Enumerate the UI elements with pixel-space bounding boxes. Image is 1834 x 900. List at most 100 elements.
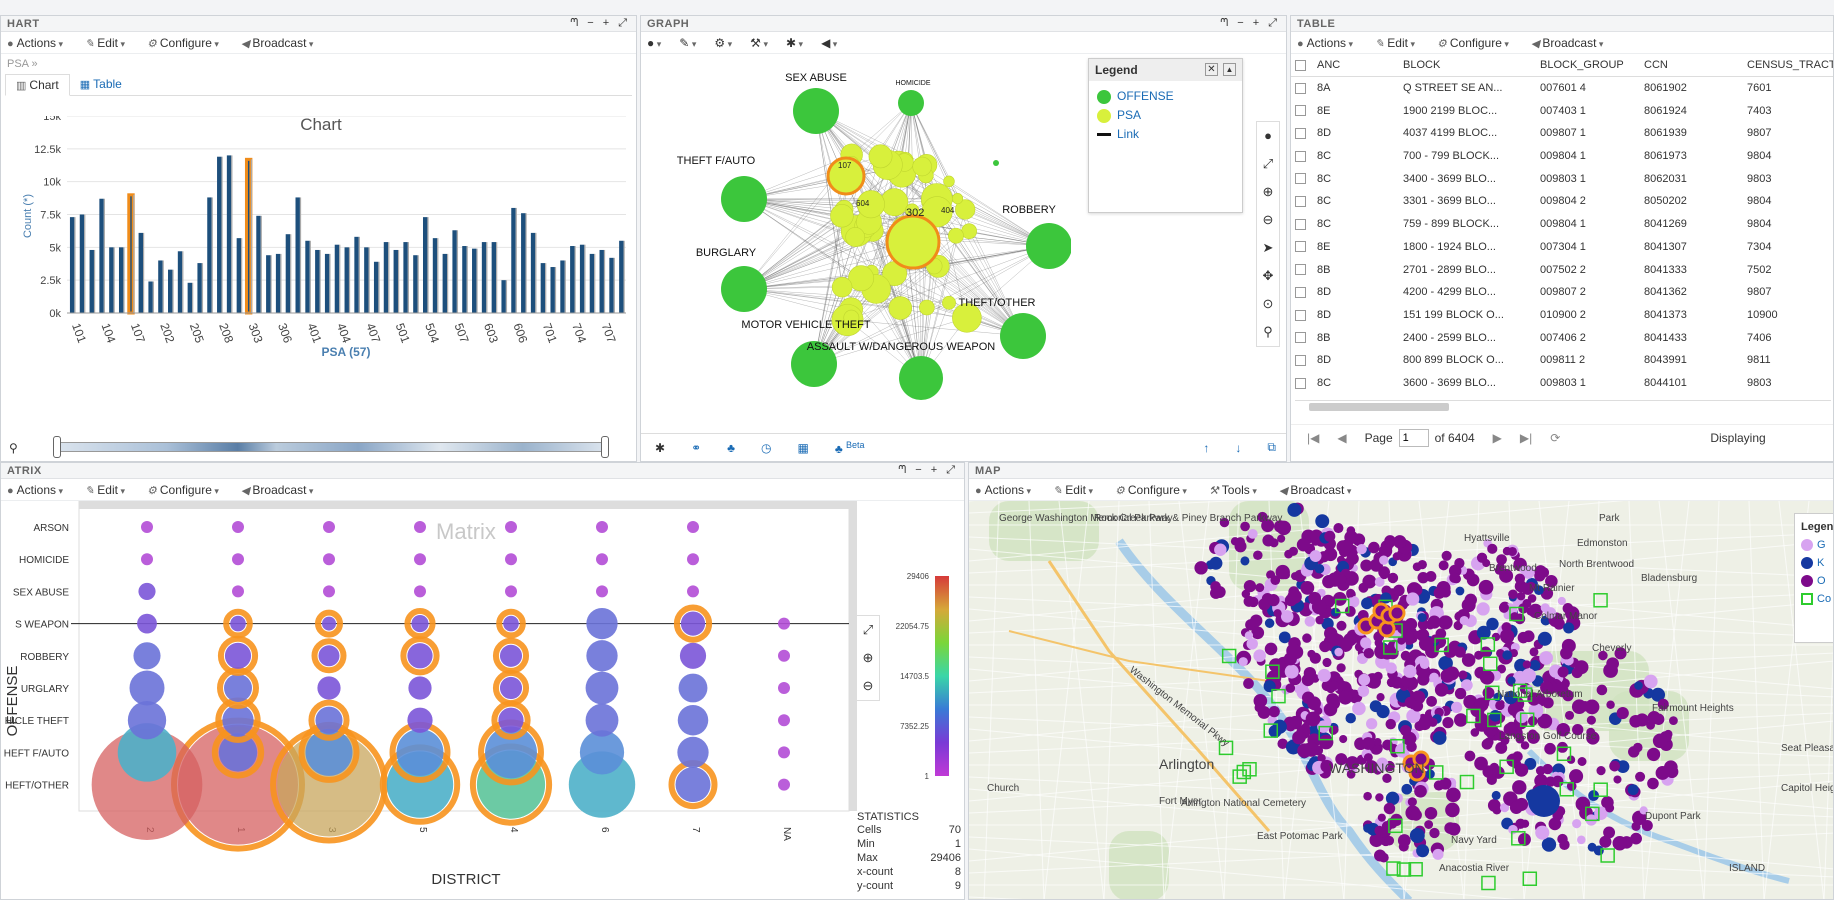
table-row[interactable]: 8C 759 - 899 BLOCK... 009804 1 8041269 9804 — [1291, 213, 1833, 236]
refresh-icon[interactable]: ⟳ — [1550, 431, 1560, 445]
edge-tool-icon[interactable]: ⤢ — [1257, 150, 1279, 178]
table-row[interactable]: 8E 1900 2199 BLOC... 007403 1 8061924 7403 — [1291, 99, 1833, 122]
grid-icon[interactable]: ▦ — [797, 441, 808, 455]
breadcrumb[interactable]: PSA » — [1, 54, 636, 74]
column-header[interactable]: ANC — [1313, 54, 1399, 78]
user-menu-icon[interactable]: ● — [647, 36, 661, 50]
tools-menu[interactable]: ⚒ Tools — [1209, 483, 1257, 497]
table-row[interactable]: 8B 2701 - 2899 BLO... 007502 2 8041333 7502 — [1291, 258, 1833, 281]
popout-icon[interactable]: ⧉ — [1267, 440, 1276, 455]
panel-window-controls[interactable]: ᘉ − + ⤢ — [570, 17, 630, 30]
gear-menu-icon[interactable]: ⚙ — [714, 36, 732, 50]
pencil-menu-icon[interactable]: ✎ — [679, 36, 696, 50]
tab-chart[interactable]: ▥ Chart — [5, 74, 70, 96]
zoom-in-icon[interactable]: ⊕ — [857, 644, 879, 672]
actions-menu[interactable]: ● Actions — [7, 36, 63, 50]
asterisk-menu-icon[interactable]: ✱ — [786, 36, 803, 50]
row-checkbox[interactable] — [1291, 304, 1313, 327]
last-page-icon[interactable]: ▶| — [1520, 431, 1532, 445]
horizontal-scrollbar[interactable] — [1295, 400, 1831, 412]
arrow-down-icon[interactable]: ↓ — [1235, 441, 1241, 455]
range-slider[interactable] — [56, 442, 606, 452]
configure-menu[interactable]: ⚙ Configure — [147, 483, 219, 497]
page-input[interactable] — [1398, 428, 1429, 447]
table-row[interactable]: 8A Q STREET SE AN... 007601 4 8061902 7601 — [1291, 77, 1833, 100]
actions-menu[interactable]: ● Actions — [975, 483, 1031, 497]
column-header[interactable]: CCN — [1640, 54, 1743, 78]
table-row[interactable]: 8E 1800 - 1924 BLO... 007304 1 8041307 7304 — [1291, 236, 1833, 259]
row-checkbox[interactable] — [1291, 77, 1313, 100]
broadcast-menu[interactable]: ◀ Broadcast — [241, 36, 314, 50]
table-row[interactable]: 8C 3301 - 3699 BLO... 009804 2 8050202 9804 — [1291, 190, 1833, 213]
row-checkbox[interactable] — [1291, 281, 1313, 304]
bar-chart[interactable]: Chart 0k 2.5k 5k 7.5k 10k 12.5k 15k 101 104 107 202… — [1, 116, 636, 456]
table-row[interactable]: 8D 151 199 BLOCK O... 010900 2 8041373 10900 — [1291, 304, 1833, 327]
zoom-search-icon[interactable]: ⚲ — [9, 441, 18, 455]
column-header[interactable]: CENSUS_TRACT — [1743, 54, 1833, 78]
row-checkbox[interactable] — [1291, 167, 1313, 190]
table-row[interactable]: 8D 4200 - 4299 BLO... 009807 2 8041362 9807 — [1291, 281, 1833, 304]
center-icon[interactable]: ⊙ — [1257, 290, 1279, 318]
configure-menu[interactable]: ⚙ Configure — [1437, 36, 1509, 50]
row-checkbox[interactable] — [1291, 190, 1313, 213]
zoom-out-icon[interactable]: ⊖ — [1257, 206, 1279, 234]
node-tool-icon[interactable]: ● — [1257, 122, 1279, 150]
pointer-icon[interactable]: ➤ — [1257, 234, 1279, 262]
hierarchy-icon[interactable]: ♣ — [727, 441, 735, 455]
wrench-menu-icon[interactable]: ⚒ — [750, 36, 768, 50]
scroll-thumb[interactable] — [1309, 403, 1449, 411]
search-icon[interactable]: ⚲ — [1257, 318, 1279, 346]
broadcast-menu[interactable]: ◀ Broadcast — [1279, 483, 1352, 497]
configure-menu[interactable]: ⚙ Configure — [1115, 483, 1187, 497]
edit-menu[interactable]: ✎ Edit — [85, 36, 125, 50]
bubble-matrix[interactable]: Matrix ARSON HOMICIDE SEX ABUSE S WEAPON ROBB… — [1, 501, 965, 900]
row-checkbox[interactable] — [1291, 145, 1313, 168]
legend-collapse-icon[interactable]: ▲ — [1223, 63, 1236, 76]
first-page-icon[interactable]: |◀ — [1307, 431, 1319, 445]
tab-table[interactable]: ▦ Table — [70, 74, 132, 95]
table-row[interactable]: 8B 2400 - 2599 BLO... 007406 2 8041433 7406 — [1291, 326, 1833, 349]
row-checkbox[interactable] — [1291, 99, 1313, 122]
edit-menu[interactable]: ✎ Edit — [85, 483, 125, 497]
actions-menu[interactable]: ● Actions — [1297, 36, 1353, 50]
zoom-in-icon[interactable]: ⊕ — [1257, 178, 1279, 206]
table-row[interactable]: 8C 3400 - 3699 BLO... 009803 1 8062031 9803 — [1291, 167, 1833, 190]
row-checkbox[interactable] — [1291, 349, 1313, 372]
map-canvas[interactable]: George Washington Memorial ParkwayRock C… — [969, 501, 1834, 900]
row-checkbox[interactable] — [1291, 213, 1313, 236]
broadcast-menu[interactable]: ◀ Broadcast — [1531, 36, 1604, 50]
link-icon[interactable]: ⚭ — [691, 441, 701, 455]
legend-close-icon[interactable]: ✕ — [1205, 63, 1218, 76]
actions-menu[interactable]: ● Actions — [7, 483, 63, 497]
beta-layout[interactable]: ♣ Beta — [835, 440, 865, 456]
table-row[interactable]: 8C 700 - 799 BLOCK... 009804 1 8061973 9804 — [1291, 145, 1833, 168]
network-graph[interactable]: 302 107 604 404 SEX ABUSE HOMICIDE THEFT F/AUT… — [651, 56, 1071, 426]
expand-icon[interactable]: ⤢ — [857, 616, 879, 644]
clock-icon[interactable]: ◷ — [761, 441, 771, 455]
panel-window-controls[interactable]: ᘉ − + ⤢ — [1220, 17, 1280, 30]
panel-window-controls[interactable]: ᘉ − + ⤢ — [898, 464, 958, 477]
select-all-checkbox[interactable] — [1291, 54, 1313, 78]
arrow-up-icon[interactable]: ↑ — [1203, 441, 1209, 455]
column-header[interactable]: BLOCK_GROUP — [1536, 54, 1640, 78]
column-header[interactable]: BLOCK — [1399, 54, 1536, 78]
edit-menu[interactable]: ✎ Edit — [1053, 483, 1093, 497]
prev-page-icon[interactable]: ◀ — [1337, 431, 1346, 445]
row-checkbox[interactable] — [1291, 236, 1313, 259]
row-checkbox[interactable] — [1291, 372, 1313, 395]
pan-icon[interactable]: ✥ — [1257, 262, 1279, 290]
table-row[interactable]: 8D 4037 4199 BLOC... 009807 1 8061939 9807 — [1291, 122, 1833, 145]
asterisk-icon[interactable]: ✱ — [655, 441, 665, 455]
table-row[interactable]: 8D 800 899 BLOCK O... 009811 2 8043991 9811 — [1291, 349, 1833, 372]
range-handle-right[interactable] — [601, 436, 609, 458]
configure-menu[interactable]: ⚙ Configure — [147, 36, 219, 50]
row-checkbox[interactable] — [1291, 326, 1313, 349]
table-row[interactable]: 8C 3600 - 3699 BLO... 009803 1 8044101 9803 — [1291, 372, 1833, 395]
range-handle-left[interactable] — [53, 436, 61, 458]
megaphone-menu-icon[interactable]: ◀ — [821, 36, 837, 50]
zoom-out-icon[interactable]: ⊖ — [857, 672, 879, 700]
row-checkbox[interactable] — [1291, 122, 1313, 145]
edit-menu[interactable]: ✎ Edit — [1375, 36, 1415, 50]
next-page-icon[interactable]: ▶ — [1493, 431, 1502, 445]
row-checkbox[interactable] — [1291, 258, 1313, 281]
